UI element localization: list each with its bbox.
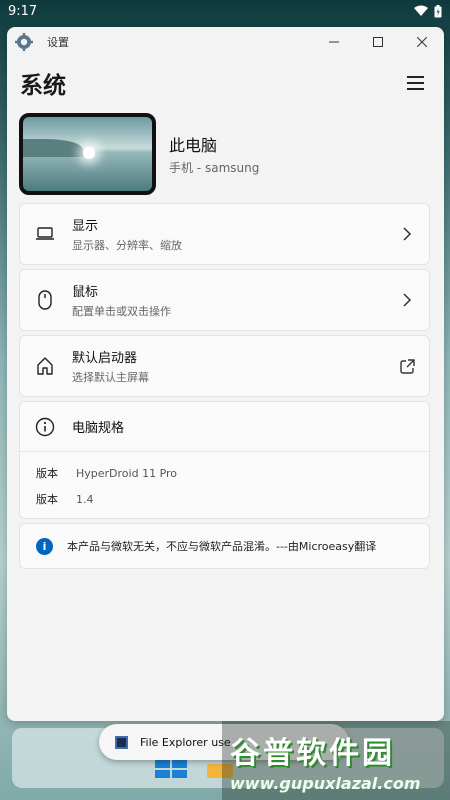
spec-key: 版本 [36, 493, 58, 506]
spec-row: 版本 1.4 [20, 486, 429, 512]
mouse-title: 鼠标 [72, 285, 99, 300]
specs-title: 电脑规格 [72, 421, 125, 436]
device-subtitle: 手机 - samsung [169, 160, 260, 175]
display-subtitle: 显示器、分辨率、缩放 [72, 239, 182, 252]
mouse-icon [34, 289, 56, 311]
spec-value: HyperDroid 11 Pro [76, 466, 178, 480]
specs-header[interactable]: 电脑规格 [20, 402, 429, 452]
mouse-subtitle: 配置单击或双击操作 [72, 305, 171, 318]
launcher-subtitle: 选择默认主屏幕 [72, 371, 149, 384]
minimize-icon [329, 41, 339, 43]
specs-card: 电脑规格 版本 HyperDroid 11 Pro 版本 1.4 [19, 401, 430, 519]
open-external-icon [399, 358, 415, 374]
chevron-right-icon [399, 292, 415, 308]
maximize-icon [373, 37, 383, 47]
close-icon [417, 37, 427, 47]
mouse-item[interactable]: 鼠标 配置单击或双击操作 [19, 269, 430, 331]
laptop-icon [34, 223, 56, 245]
menu-line [407, 82, 424, 84]
file-explorer-icon [115, 735, 128, 749]
minimize-button[interactable] [312, 27, 356, 57]
close-button[interactable] [400, 27, 444, 57]
wallpaper-thumbnail[interactable] [19, 112, 156, 195]
settings-window: 设置 系统 此电脑 手机 - samsung 显示 显示器、分辨率、缩放 鼠标 … [7, 27, 444, 721]
site-watermark: 谷普软件园 www.gupuxlazal.com [222, 721, 450, 800]
spec-value: 1.4 [76, 492, 94, 506]
spec-key: 版本 [36, 467, 58, 480]
watermark-url: www.gupuxlazal.com [230, 774, 421, 793]
window-title: 设置 [47, 36, 69, 49]
launcher-title: 默认启动器 [72, 351, 138, 366]
maximize-button[interactable] [356, 27, 400, 57]
disclaimer-text: 本产品与微软无关，不应与微软产品混淆。---由Microeasy翻译 [67, 540, 377, 553]
title-bar: 设置 [7, 27, 444, 57]
device-header: 此电脑 手机 - samsung [7, 101, 444, 196]
watermark-title: 谷普软件园 [230, 736, 395, 771]
device-name: 此电脑 [169, 135, 218, 155]
battery-icon [434, 4, 442, 17]
info-filled-icon: i [36, 537, 53, 555]
display-item[interactable]: 显示 显示器、分辨率、缩放 [19, 203, 430, 265]
default-launcher-item[interactable]: 默认启动器 选择默认主屏幕 [19, 335, 430, 397]
display-title: 显示 [72, 219, 99, 234]
info-icon [34, 416, 56, 438]
page-title: 系统 [20, 73, 66, 99]
menu-line [407, 76, 424, 78]
status-time: 9:17 [8, 3, 38, 19]
menu-line [407, 88, 424, 90]
home-icon [34, 355, 56, 377]
chevron-right-icon [399, 226, 415, 242]
hamburger-menu-button[interactable] [407, 71, 431, 95]
spec-row: 版本 HyperDroid 11 Pro [20, 460, 429, 486]
disclaimer-card: i 本产品与微软无关，不应与微软产品混淆。---由Microeasy翻译 [19, 523, 430, 569]
wifi-icon [414, 5, 428, 16]
settings-gear-icon [15, 33, 33, 51]
start-button[interactable] [155, 760, 187, 778]
status-bar: 9:17 [0, 0, 450, 22]
toast-text: File Explorer use [140, 735, 231, 749]
